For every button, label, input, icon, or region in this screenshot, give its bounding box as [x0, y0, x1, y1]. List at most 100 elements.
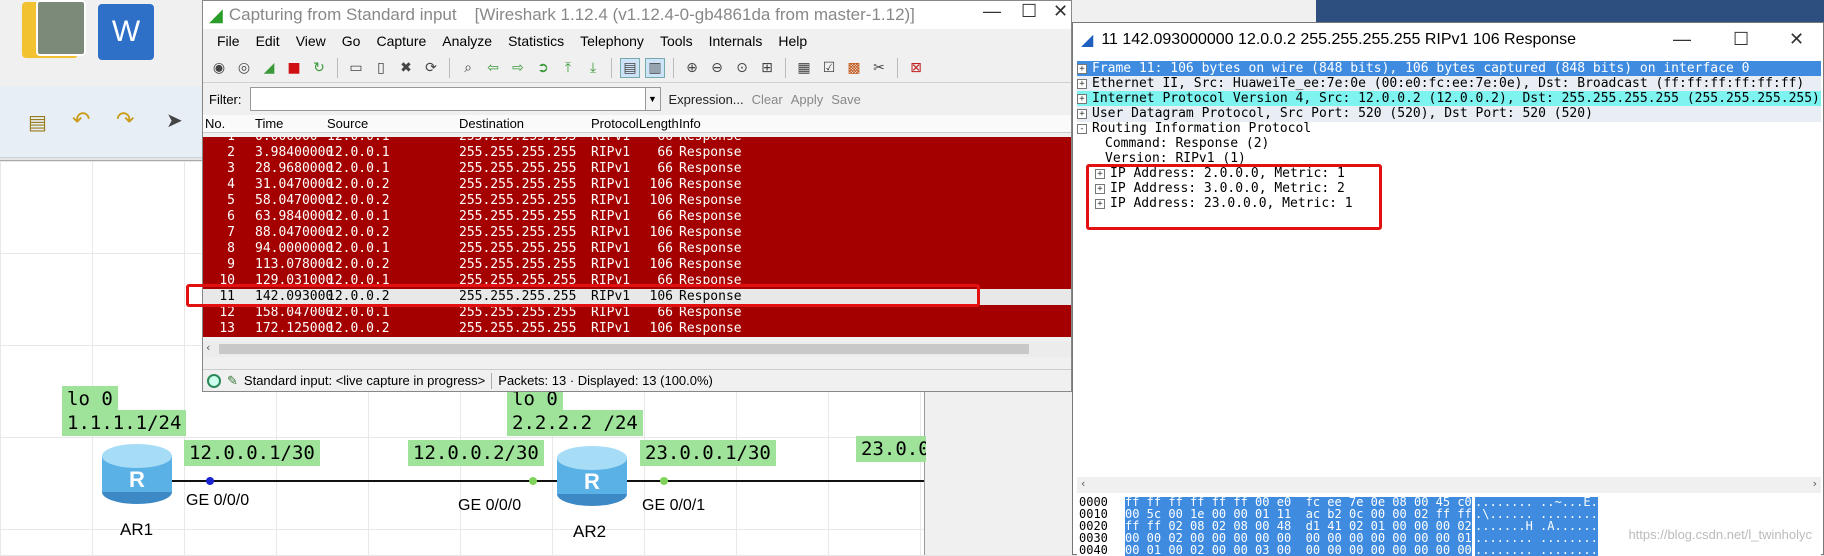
- expand-icon[interactable]: +: [1077, 78, 1087, 89]
- expand-icon[interactable]: +: [1077, 93, 1087, 104]
- tree-node[interactable]: + User Datagram Protocol, Src Port: 520 (…: [1077, 106, 1821, 122]
- menu-telephony[interactable]: Telephony: [572, 33, 652, 49]
- minimize-icon[interactable]: —: [1673, 29, 1691, 50]
- close-file-icon[interactable]: ✖: [396, 58, 416, 78]
- menu-edit[interactable]: Edit: [248, 33, 288, 49]
- menu-view[interactable]: View: [288, 33, 334, 49]
- redo-icon[interactable]: ↷: [116, 108, 134, 133]
- router-ar1-icon[interactable]: R: [100, 442, 174, 506]
- interfaces-icon[interactable]: ◉: [209, 58, 229, 78]
- close-icon[interactable]: ✕: [1789, 29, 1804, 50]
- go-forward-icon[interactable]: ⇨: [508, 58, 528, 78]
- scroll-right-icon[interactable]: ›: [1813, 477, 1817, 490]
- avatar[interactable]: [36, 0, 86, 56]
- wps-app-icon[interactable]: W: [98, 4, 154, 60]
- reload-icon[interactable]: ⟳: [421, 58, 441, 78]
- preferences-icon[interactable]: ✂: [869, 58, 889, 78]
- menu-analyze[interactable]: Analyze: [434, 33, 500, 49]
- close-icon[interactable]: ✕: [1053, 1, 1068, 22]
- tree-node[interactable]: Command: Response (2): [1077, 136, 1821, 152]
- table-row[interactable]: 3 28.9680000 12.0.0.1 255.255.255.255 RIPv1 6…: [203, 161, 1071, 177]
- menu-file[interactable]: File: [209, 33, 248, 49]
- save-button[interactable]: Save: [831, 92, 861, 107]
- col-time[interactable]: Time: [255, 116, 283, 131]
- apply-button[interactable]: Apply: [791, 92, 824, 107]
- menu-go[interactable]: Go: [334, 33, 369, 49]
- router-ar2-icon[interactable]: R: [555, 444, 629, 508]
- autoscroll-icon[interactable]: ▥: [645, 57, 665, 78]
- table-row[interactable]: 7 88.0470000 12.0.0.2 255.255.255.255 RIPv1 1…: [203, 225, 1071, 241]
- packet-list[interactable]: 1 0.000000 12.0.0.1 255.255.255.255 RIPv1 66 R…: [203, 137, 1071, 337]
- table-row[interactable]: 13 172.125000 12.0.0.2 255.255.255.255 RIPv1…: [203, 321, 1071, 337]
- last-packet-icon[interactable]: ⤓: [583, 58, 603, 78]
- resize-columns-icon[interactable]: ⊞: [757, 58, 777, 78]
- table-row[interactable]: 9 113.078000 12.0.0.2 255.255.255.255 RIPv1 1…: [203, 257, 1071, 273]
- scroll-left-icon[interactable]: ‹: [206, 341, 210, 354]
- capture-comment-icon[interactable]: ✎: [227, 373, 238, 389]
- cell-time: 158.047000: [255, 305, 334, 320]
- table-row[interactable]: 5 58.0470000 12.0.0.2 255.255.255.255 RIPv1 1…: [203, 193, 1071, 209]
- open-file-icon[interactable]: ▭: [346, 58, 366, 78]
- collapse-icon[interactable]: -: [1077, 123, 1087, 134]
- pointer-icon[interactable]: ➤: [166, 108, 183, 132]
- expert-info-icon[interactable]: [207, 373, 221, 388]
- col-no[interactable]: No.: [205, 116, 225, 131]
- undo-icon[interactable]: ↶: [72, 108, 90, 133]
- coloring-rules-icon[interactable]: ▩: [844, 58, 864, 78]
- packet-list-scrollbar[interactable]: ‹: [203, 341, 1071, 357]
- col-source[interactable]: Source: [327, 116, 368, 131]
- expand-icon[interactable]: +: [1077, 108, 1087, 119]
- menu-internals[interactable]: Internals: [701, 33, 771, 49]
- expression-button[interactable]: Expression...: [669, 92, 744, 107]
- table-row[interactable]: 6 63.9840000 12.0.0.1 255.255.255.255 RIPv1 6…: [203, 209, 1071, 225]
- scroll-left-icon[interactable]: ‹: [1081, 477, 1085, 490]
- capture-filters-icon[interactable]: ▦: [794, 58, 814, 78]
- expand-icon[interactable]: +: [1077, 63, 1087, 74]
- col-length[interactable]: Length: [639, 116, 679, 131]
- start-capture-icon[interactable]: ◢: [259, 58, 279, 78]
- cell-no: 8: [227, 241, 235, 256]
- print-icon[interactable]: ▤: [28, 110, 47, 134]
- col-destination[interactable]: Destination: [459, 116, 524, 131]
- first-packet-icon[interactable]: ⤒: [558, 58, 578, 78]
- normal-size-icon[interactable]: ⊙: [732, 58, 752, 78]
- table-row[interactable]: 2 3.98400000 12.0.0.1 255.255.255.255 RIPv1 6…: [203, 145, 1071, 161]
- col-protocol[interactable]: Protocol: [591, 116, 639, 131]
- maximize-icon[interactable]: ☐: [1021, 1, 1037, 22]
- zoom-out-icon[interactable]: ⊖: [707, 58, 727, 78]
- menu-statistics[interactable]: Statistics: [500, 33, 572, 49]
- options-icon[interactable]: ◎: [234, 58, 254, 78]
- scrollbar-thumb[interactable]: [219, 344, 1029, 354]
- table-row[interactable]: 12 158.047000 12.0.0.1 255.255.255.255 RIPv1…: [203, 305, 1071, 321]
- table-row[interactable]: 4 31.0470000 12.0.0.2 255.255.255.255 RIPv1 1…: [203, 177, 1071, 193]
- minimize-icon[interactable]: —: [983, 1, 1001, 22]
- cell-proto: RIPv1: [591, 161, 631, 176]
- zoom-in-icon[interactable]: ⊕: [682, 58, 702, 78]
- menu-capture[interactable]: Capture: [368, 33, 434, 49]
- table-row[interactable]: 8 94.0000000 12.0.0.1 255.255.255.255 RIPv1 6…: [203, 241, 1071, 257]
- filter-input[interactable]: [249, 87, 646, 111]
- maximize-icon[interactable]: ☐: [1733, 29, 1749, 50]
- protocol-tree[interactable]: + Frame 11: 106 bytes on wire (848 bits),…: [1077, 61, 1821, 481]
- find-packet-icon[interactable]: ⌕: [458, 58, 478, 78]
- protocol-tree-scrollbar[interactable]: ‹ ›: [1077, 477, 1821, 493]
- chevron-down-icon[interactable]: ▼: [644, 87, 661, 111]
- tree-node[interactable]: - Routing Information Protocol: [1077, 121, 1821, 137]
- menu-tools[interactable]: Tools: [652, 33, 701, 49]
- tree-node[interactable]: + Internet Protocol Version 4, Src: 12.0.…: [1077, 91, 1821, 107]
- help-icon[interactable]: ⊠: [906, 58, 926, 78]
- tree-node[interactable]: + Frame 11: 106 bytes on wire (848 bits),…: [1077, 61, 1821, 77]
- go-back-icon[interactable]: ⇦: [483, 58, 503, 78]
- display-filters-icon[interactable]: ☑: [819, 58, 839, 78]
- menu-help[interactable]: Help: [770, 33, 815, 49]
- colorize-icon[interactable]: ▤: [620, 57, 640, 78]
- col-info[interactable]: Info: [679, 116, 701, 131]
- tree-node[interactable]: + Ethernet II, Src: HuaweiTe_ee:7e:0e (00…: [1077, 76, 1821, 92]
- clear-button[interactable]: Clear: [752, 92, 783, 107]
- save-file-icon[interactable]: ▯: [371, 58, 391, 78]
- table-row[interactable]: 1 0.000000 12.0.0.1 255.255.255.255 RIPv1 66 R…: [203, 137, 1071, 145]
- go-to-packet-icon[interactable]: ➲: [533, 58, 553, 78]
- stop-capture-icon[interactable]: ■: [284, 58, 304, 78]
- restart-capture-icon[interactable]: ↻: [309, 58, 329, 78]
- cell-time: 88.0470000: [255, 225, 334, 240]
